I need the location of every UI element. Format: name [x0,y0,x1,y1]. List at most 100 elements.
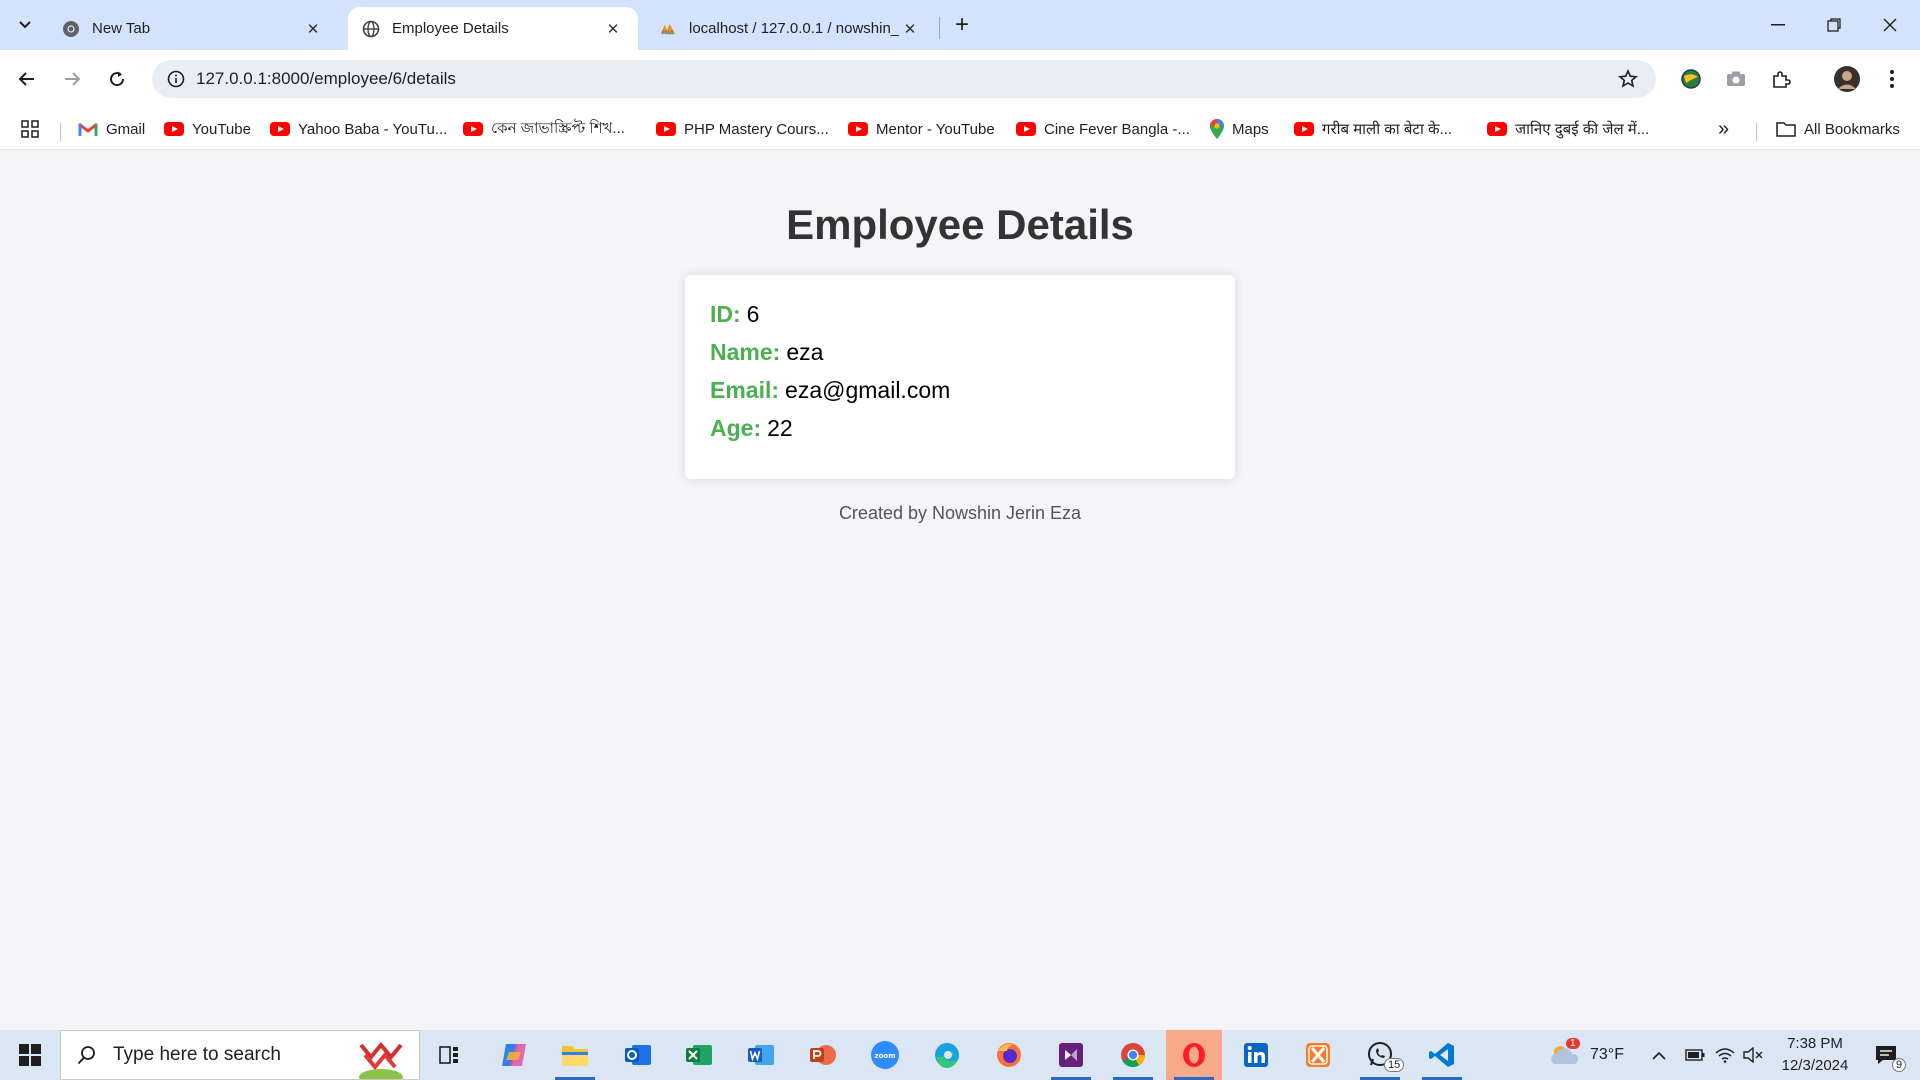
bookmark-yahoo-baba[interactable]: Yahoo Baba - YouTu... [270,116,447,142]
whatsapp-icon[interactable]: 15 [1352,1030,1408,1080]
field-id: ID: 6 [710,295,1210,333]
clock[interactable]: 7:38 PM 12/3/2024 [1770,1033,1860,1077]
url-text[interactable]: 127.0.0.1:8000/employee/6/details [196,69,1608,89]
address-bar[interactable]: 127.0.0.1:8000/employee/6/details [152,60,1656,98]
tab-employee-details[interactable]: Employee Details ✕ [348,7,638,50]
file-explorer-icon[interactable] [547,1030,603,1080]
start-button[interactable] [0,1030,60,1080]
excel-icon[interactable] [671,1030,727,1080]
bookmarks-overflow-button[interactable]: » [1718,116,1729,142]
new-tab-button[interactable]: + [947,10,977,40]
bookmark-separator [1756,122,1757,142]
chrome-icon[interactable] [1105,1030,1161,1080]
tab-search-button[interactable] [10,10,40,40]
field-value: 22 [767,415,793,441]
restore-button[interactable] [1806,0,1862,50]
bookmark-label: Yahoo Baba - YouTu... [298,120,448,138]
field-age: Age: 22 [710,409,1210,447]
all-bookmarks-button[interactable]: All Bookmarks [1776,116,1900,142]
opera-icon[interactable] [1166,1030,1222,1080]
bookmark-mentor[interactable]: Mentor - YouTube [848,116,995,142]
volume-muted-icon[interactable] [1743,1030,1763,1080]
youtube-icon [164,122,184,136]
footer-credit: Created by Nowshin Jerin Eza [838,503,1082,523]
wifi-icon[interactable] [1715,1030,1735,1080]
apps-grid-icon[interactable] [20,116,40,142]
bookmark-label: কেন জাভাস্ক্রিপ্ট শিখ... [491,119,625,137]
close-window-button[interactable] [1862,0,1918,50]
bookmark-maps[interactable]: Maps [1210,116,1269,142]
chevron-up-icon [1652,1051,1666,1060]
search-icon [61,1045,113,1065]
taskbar-search-input[interactable]: Type here to search [60,1030,420,1080]
youtube-icon [1294,122,1314,136]
windows-logo-icon [19,1044,41,1066]
arrow-left-icon [18,72,34,86]
bookmark-cine-fever[interactable]: Cine Fever Bangla -... [1016,116,1190,142]
forward-button[interactable] [55,62,89,96]
restore-icon [1827,18,1841,32]
reload-button[interactable] [100,62,134,96]
tab-separator [939,17,940,39]
youtube-icon [848,122,868,136]
show-hidden-icons-button[interactable] [1652,1030,1666,1080]
bookmark-hindi-video-1[interactable]: गरीब माली का बेटा के... [1294,116,1452,142]
field-name: Name: eza [710,333,1210,371]
bookmark-label: PHP Mastery Cours... [684,120,829,138]
close-icon [1883,18,1897,32]
tab-new-tab[interactable]: New Tab ✕ [48,7,338,50]
outlook-icon[interactable] [610,1030,666,1080]
zoom-icon[interactable]: zoom [857,1030,913,1080]
profile-avatar[interactable] [1832,64,1862,94]
edge-icon[interactable] [919,1030,975,1080]
extension-globe-icon[interactable] [1676,64,1706,94]
site-info-icon[interactable] [156,70,196,88]
bookmark-separator [60,122,61,142]
copilot-icon[interactable] [486,1030,542,1080]
bookmark-php-mastery[interactable]: PHP Mastery Cours... [656,116,829,142]
youtube-icon [463,122,483,136]
weather-badge: 1 [1566,1038,1580,1049]
camera-icon[interactable] [1721,64,1751,94]
maps-pin-icon [1210,119,1224,139]
page-title: Employee Details [786,201,1134,248]
youtube-icon [656,122,676,136]
tab-phpmyadmin[interactable]: PMA localhost / 127.0.0.1 / nowshin_ ✕ [645,7,935,50]
browser-toolbar: 127.0.0.1:8000/employee/6/details [0,50,1920,108]
field-value: eza [786,339,824,365]
weather-widget[interactable]: 1 73°F [1548,1030,1624,1080]
employee-details-card: ID: 6 Name: eza Email: eza@gmail.com Age: 22 [685,275,1235,479]
visual-studio-icon[interactable] [1043,1030,1099,1080]
close-icon[interactable]: ✕ [602,18,624,40]
close-icon[interactable]: ✕ [899,18,921,40]
search-placeholder: Type here to search [113,1044,281,1065]
whatsapp-badge: 15 [1384,1058,1405,1072]
extensions-puzzle-icon[interactable] [1766,64,1796,94]
minimize-button[interactable] [1750,0,1806,50]
menu-kebab-icon[interactable] [1877,64,1907,94]
svg-text:zoom: zoom [875,1052,896,1060]
bookmark-javascript-bangla[interactable]: কেন জাভাস্ক্রিপ্ট শিখ... [463,116,625,142]
task-view-icon[interactable] [421,1030,477,1080]
vscode-icon[interactable] [1414,1030,1470,1080]
globe-icon [362,20,380,38]
close-icon[interactable]: ✕ [302,18,324,40]
field-value: 6 [746,301,760,327]
svg-text:PMA: PMA [661,30,673,36]
xampp-icon[interactable] [1290,1030,1346,1080]
bookmark-youtube[interactable]: YouTube [164,116,251,142]
linkedin-icon[interactable] [1228,1030,1284,1080]
battery-icon[interactable] [1685,1030,1705,1080]
tab-title: New Tab [92,20,151,37]
reload-icon [110,71,125,87]
field-label: Age: [710,415,762,441]
firefox-icon[interactable] [981,1030,1037,1080]
back-button[interactable] [10,62,44,96]
word-icon[interactable] [733,1030,789,1080]
notifications-button[interactable]: 9 [1866,1030,1907,1080]
phpmyadmin-icon: PMA [659,20,677,38]
bookmark-star-icon[interactable] [1608,69,1648,89]
bookmark-gmail[interactable]: Gmail [78,116,145,142]
powerpoint-icon[interactable] [795,1030,851,1080]
bookmark-hindi-video-2[interactable]: जानिए दुबई की जेल में... [1487,116,1649,142]
